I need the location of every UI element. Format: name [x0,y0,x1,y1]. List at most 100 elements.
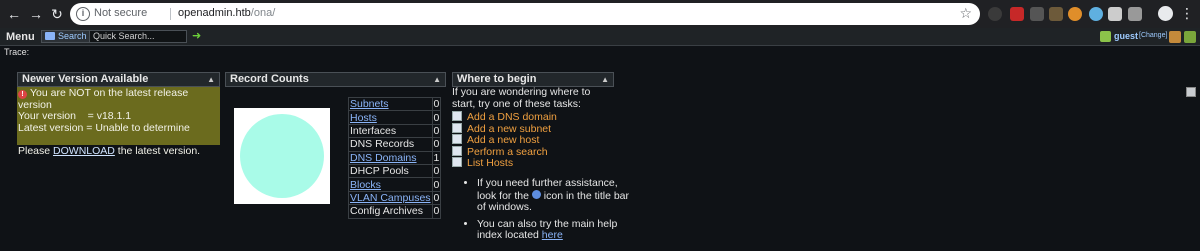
where-to-begin-intro: If you are wondering where to start, try… [452,86,591,110]
record-counts-table: Subnets 0 Hosts 0 Interfaces 0 DNS Records 0 DNS… [348,96,442,219]
table-row: Blocks 0 [348,177,442,192]
record-type-label: DHCP Pools [350,165,409,178]
list-icon [452,157,462,167]
record-type-cell[interactable]: VLAN Campuses [348,190,433,206]
extension-icon[interactable] [1128,7,1142,21]
help-item: If you need further assistance, look for… [477,177,634,214]
address-url[interactable]: openadmin.htb/ona/ [178,7,275,19]
newer-version-header: Newer Version Available ▲ [17,72,220,87]
help-index-link[interactable]: here [542,229,563,241]
browser-menu-icon[interactable]: ⋮ [1180,5,1194,22]
extension-icon[interactable] [1030,7,1044,21]
record-count-value: 0 [431,123,442,139]
where-to-begin-title: Where to begin [457,73,537,85]
browser-toolbar: ← → ↻ i Not secure openadmin.htb/ona/ ☆ … [0,0,1200,28]
host-icon [452,134,462,144]
search-button-label: Search [58,31,87,41]
version-warning: ! You are NOT on the latest release versi… [18,87,219,111]
sidebar-toggle-icon[interactable] [1186,87,1196,97]
record-type-label[interactable]: Subnets [350,98,389,110]
go-arrow-icon[interactable]: ➜ [192,29,201,42]
record-count-value: 0 [431,96,442,112]
table-row: Subnets 0 [348,96,442,112]
record-type-cell[interactable]: DNS Domains [348,150,433,165]
record-type-cell: Config Archives [348,204,433,219]
forward-icon[interactable]: → [28,6,44,22]
user-name: guest [1114,31,1139,41]
record-count-value: 0 [431,177,442,192]
profile-avatar-icon[interactable] [1158,6,1173,21]
task-label: Perform a search [467,145,548,158]
pie-slice-dns-domains [240,114,324,198]
record-type-label[interactable]: DNS Domains [350,152,417,164]
task-label: Add a new subnet [467,122,552,135]
reload-icon[interactable]: ↻ [49,6,65,22]
record-type-label[interactable]: VLAN Campuses [350,192,431,204]
newer-version-body: ! You are NOT on the latest release versi… [17,87,220,156]
trace-label: Trace: [4,47,30,57]
newer-version-title: Newer Version Available [22,73,149,85]
change-user-link[interactable]: [Change] [1139,32,1167,39]
search-button[interactable]: Search [41,30,91,43]
record-counts-pie-chart [234,108,330,204]
extension-icon[interactable] [1010,7,1024,21]
extension-icon[interactable] [1089,7,1103,21]
extension-icon[interactable] [1049,7,1063,21]
download-link[interactable]: DOWNLOAD [53,145,115,157]
menu-button[interactable]: Menu [6,31,35,43]
help-icon [531,189,541,199]
record-type-cell[interactable]: Subnets [348,96,433,112]
record-type-cell: DNS Records [348,137,433,152]
pie-svg [240,114,324,198]
tool-icon[interactable] [1169,31,1181,43]
record-type-label: DNS Records [350,138,415,151]
record-type-cell: Interfaces [348,123,433,139]
help-item: You can also try the main help index loc… [477,218,634,242]
bookmark-star-icon[interactable]: ☆ [959,5,972,22]
collapse-icon[interactable]: ▲ [433,73,441,86]
dns-domain-icon [452,111,462,121]
table-row: DHCP Pools 0 [348,163,442,179]
table-row: Hosts 0 [348,110,442,125]
user-icon [1100,31,1111,42]
record-count-value: 0 [431,190,442,206]
record-type-cell[interactable]: Hosts [348,110,433,125]
latest-version: Latest version = Unable to determine [18,121,190,134]
security-label[interactable]: Not secure [94,7,147,19]
help-list: If you need further assistance, look for… [464,177,634,247]
record-type-cell[interactable]: Blocks [348,177,433,192]
quick-search-input[interactable]: Quick Search... [89,30,187,43]
record-count-value: 0 [431,204,442,219]
your-version: Your version = v18.1.1 [18,110,132,122]
extension-icon[interactable] [1068,7,1082,21]
record-type-label[interactable]: Blocks [350,179,381,191]
table-row: DNS Records 0 [348,137,442,152]
extension-icon[interactable] [1108,7,1122,21]
url-path: /ona/ [250,7,276,19]
record-count-value: 0 [431,110,442,125]
warning-text: You are NOT on the latest release versio… [18,87,189,111]
table-row: Interfaces 0 [348,123,442,139]
download-suffix: the latest version. [114,144,201,157]
record-count-value: 1 [431,150,442,165]
download-prefix: Please [18,144,54,157]
search-icon [45,32,55,40]
address-divider [170,8,171,20]
info-icon[interactable]: i [76,7,90,21]
search-icon [452,145,462,156]
app-menubar: Menu Search Quick Search... ➜ [0,28,1200,46]
record-counts-header: Record Counts ▲ [225,72,446,87]
collapse-icon[interactable]: ▲ [601,73,609,86]
address-bar[interactable]: i Not secure openadmin.htb/ona/ ☆ [70,3,980,25]
extension-icon[interactable] [988,7,1002,21]
collapse-icon[interactable]: ▲ [207,73,215,86]
task-list-hosts[interactable]: List Hosts [452,157,513,170]
table-row: VLAN Campuses 0 [348,190,442,206]
record-type-label[interactable]: Hosts [350,112,377,124]
window-icon[interactable] [1184,31,1196,43]
table-row: Config Archives 0 [348,204,442,219]
back-icon[interactable]: ← [6,6,22,22]
url-host: openadmin.htb [178,7,251,19]
record-counts-title: Record Counts [230,73,309,85]
record-type-label: Config Archives [350,205,423,218]
